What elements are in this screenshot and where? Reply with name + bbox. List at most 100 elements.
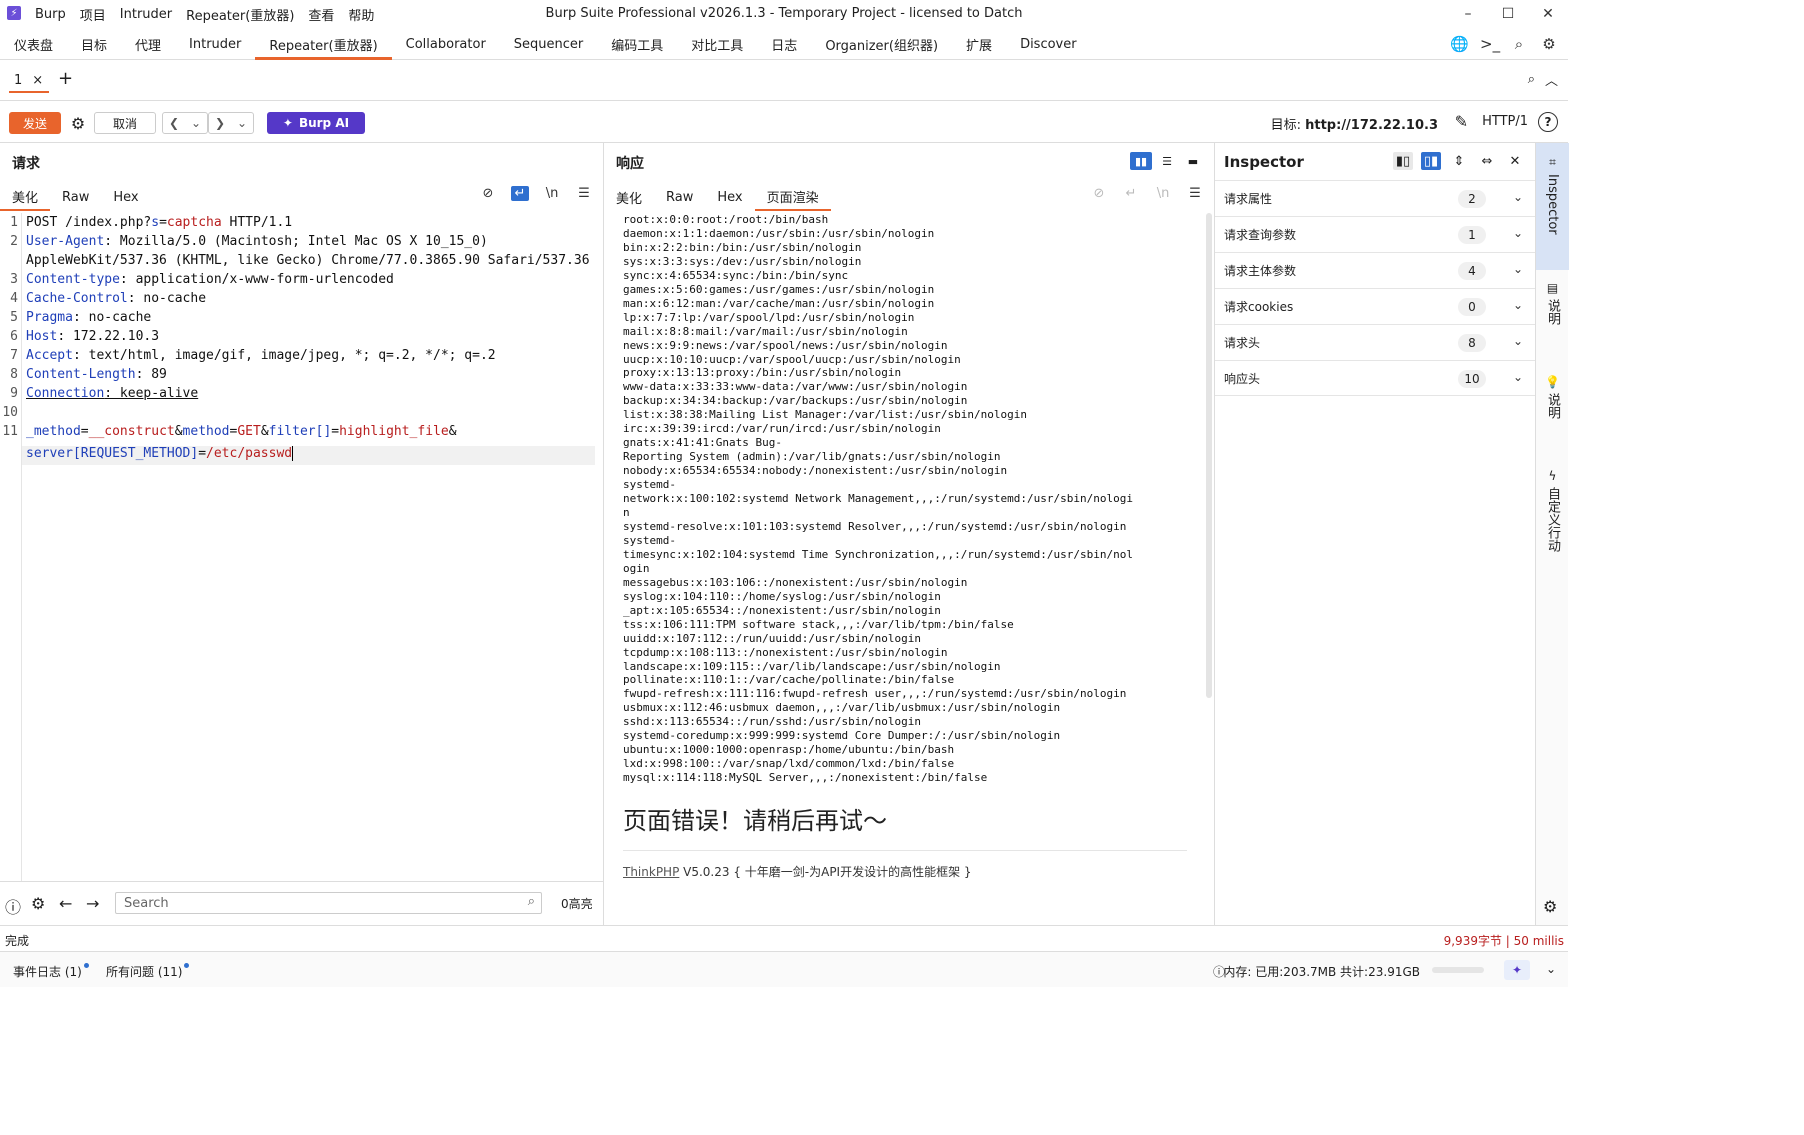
request-editor[interactable]: 1 2 3 4 5 6 7 8 9 10 11 POST /index.php?… [0, 213, 600, 881]
response-tab-render[interactable]: 页面渲染 [754, 183, 831, 211]
rendered-response[interactable]: root:x:0:0:root:/root:/bin/bash daemon:x… [604, 213, 1209, 925]
tab-sequencer[interactable]: Sequencer [500, 28, 597, 60]
response-tab-raw[interactable]: Raw [654, 183, 705, 211]
tab-collaborator[interactable]: Collaborator [392, 28, 500, 60]
tab-discover[interactable]: Discover [1006, 28, 1091, 60]
chevron-down-icon[interactable]: ⌄ [1546, 962, 1556, 976]
inspector-row-request-attributes[interactable]: 请求属性 2 ⌄ [1215, 180, 1535, 216]
menu-burp[interactable]: Burp [35, 7, 66, 22]
layout-split-icon[interactable]: ▮▮ [1130, 152, 1152, 170]
window-controls: – ☐ ✕ [1448, 0, 1568, 28]
side-tab-notes[interactable]: ▤ 说明 [1536, 281, 1569, 351]
wrap-lines-icon: ↵ [1125, 186, 1137, 201]
inspector-row-response-headers[interactable]: 响应头 10 ⌄ [1215, 360, 1535, 396]
inspector-row-query-params[interactable]: 请求查询参数 1 ⌄ [1215, 216, 1535, 252]
back-dropdown-icon[interactable]: ⌄ [185, 113, 207, 133]
row-count: 4 [1458, 262, 1486, 280]
tab-decoder[interactable]: 编码工具 [597, 28, 677, 60]
back-icon[interactable]: ❮ [163, 113, 185, 133]
layout-stack-icon[interactable]: ☰ [1156, 152, 1178, 170]
tab-repeater[interactable]: Repeater(重放器) [255, 28, 392, 60]
menu-project[interactable]: 项目 [80, 5, 106, 24]
event-log-button[interactable]: 事件日志 (1) [13, 963, 89, 980]
settings-gear-icon[interactable]: ⚙ [1540, 35, 1558, 53]
newline-icon[interactable]: \n [543, 186, 561, 201]
line-number: 11 [2, 424, 18, 439]
side-tab-explain[interactable]: 💡 说明 [1536, 375, 1569, 445]
inspector-panel: Inspector ▮▯ ▯▮ ⇕ ⇔ ✕ 请求属性 2 ⌄ 请求查询参数 1 … [1215, 143, 1535, 925]
search-tabs-icon[interactable]: ⌕ [1528, 72, 1535, 87]
help-icon[interactable]: ⓘ [5, 894, 21, 918]
request-line-1: POST /index.php?s=captcha HTTP/1.1 [26, 215, 293, 230]
layout-single-icon[interactable]: ▬ [1182, 152, 1204, 170]
inspector-row-body-params[interactable]: 请求主体参数 4 ⌄ [1215, 252, 1535, 288]
collapse-all-icon[interactable]: ⇔ [1477, 152, 1497, 170]
close-tab-icon[interactable]: × [32, 73, 43, 88]
tab-logger[interactable]: 日志 [757, 28, 811, 60]
request-tab-raw[interactable]: Raw [50, 183, 101, 211]
forward-icon[interactable]: ❯ [209, 113, 231, 133]
expand-all-icon[interactable]: ⇕ [1449, 152, 1469, 170]
search-icon[interactable]: ⌕ [1510, 35, 1528, 53]
hide-nonprint-icon[interactable]: ⊘ [479, 186, 497, 201]
response-tab-pretty[interactable]: 美化 [604, 183, 654, 211]
side-tab-inspector[interactable]: ⌗ Inspector [1536, 143, 1569, 270]
minimize-icon[interactable]: – [1448, 6, 1488, 22]
inspector-layout-left-icon[interactable]: ▮▯ [1393, 152, 1413, 170]
repeater-tab-1[interactable]: 1 × [9, 69, 49, 93]
tab-target[interactable]: 目标 [67, 28, 121, 60]
help-icon[interactable]: ? [1538, 112, 1558, 132]
maximize-icon[interactable]: ☐ [1488, 6, 1528, 22]
search-input[interactable]: Search ⌕ [115, 892, 542, 914]
globe-icon[interactable]: 🌐 [1450, 35, 1469, 53]
menu-help[interactable]: 帮助 [348, 5, 374, 24]
inspector-row-request-headers[interactable]: 请求头 8 ⌄ [1215, 324, 1535, 360]
edit-target-icon[interactable]: ✎ [1455, 112, 1468, 131]
response-scrollbar[interactable] [1206, 213, 1212, 698]
menu-view[interactable]: 查看 [308, 5, 334, 24]
close-inspector-icon[interactable]: ✕ [1505, 152, 1525, 170]
menu-intruder[interactable]: Intruder [120, 7, 172, 22]
add-tab-icon[interactable]: + [58, 68, 73, 89]
cancel-button[interactable]: 取消 [94, 112, 156, 134]
menu-icon[interactable]: ☰ [575, 186, 593, 201]
response-size-time: 9,939字节 | 50 millis [1443, 934, 1564, 948]
burp-ai-button[interactable]: ✦ Burp AI [267, 112, 365, 134]
tab-organizer[interactable]: Organizer(组织器) [811, 28, 952, 60]
ai-sparkle-icon[interactable]: ✦ [1504, 960, 1530, 980]
response-status-bar: 完成 9,939字节 | 50 millis [0, 925, 1568, 951]
inspector-layout-right-icon[interactable]: ▯▮ [1421, 152, 1441, 170]
thinkphp-link[interactable]: ThinkPHP [623, 865, 679, 879]
wrap-lines-icon[interactable]: ↵ [511, 186, 529, 201]
forward-dropdown-icon[interactable]: ⌄ [231, 113, 253, 133]
target-label: 目标: [1270, 118, 1301, 133]
next-match-icon[interactable]: → [86, 894, 99, 913]
request-tab-hex[interactable]: Hex [101, 183, 150, 211]
tab-extensions[interactable]: 扩展 [952, 28, 1006, 60]
row-count: 0 [1458, 298, 1486, 316]
tab-proxy[interactable]: 代理 [121, 28, 175, 60]
close-window-icon[interactable]: ✕ [1528, 6, 1568, 22]
row-label: 请求查询参数 [1224, 228, 1297, 242]
side-settings-icon[interactable]: ⚙ [1543, 897, 1557, 916]
all-issues-button[interactable]: 所有问题 (11) [106, 963, 190, 980]
tab-dashboard[interactable]: 仪表盘 [0, 28, 67, 60]
prev-match-icon[interactable]: ← [59, 894, 72, 913]
http-version[interactable]: HTTP/1 [1482, 114, 1528, 129]
menu-icon[interactable]: ☰ [1186, 186, 1204, 201]
terminal-icon[interactable]: >_ [1480, 35, 1500, 53]
request-tab-pretty[interactable]: 美化 [0, 183, 51, 211]
collapse-icon[interactable]: ︿ [1545, 70, 1558, 89]
tab-intruder[interactable]: Intruder [175, 28, 255, 60]
inspector-row-cookies[interactable]: 请求cookies 0 ⌄ [1215, 288, 1535, 324]
hide-nonprint-icon: ⊘ [1093, 186, 1105, 201]
send-button[interactable]: 发送 [9, 112, 61, 134]
side-tab-label: 说明 [1545, 299, 1560, 325]
search-settings-icon[interactable]: ⚙ [31, 894, 45, 913]
error-heading: 页面错误！请稍后再试～ [623, 807, 887, 835]
side-tab-custom-actions[interactable]: ϟ 自定义行动 [1536, 469, 1569, 579]
send-settings-icon[interactable]: ⚙ [67, 112, 89, 134]
menu-repeater[interactable]: Repeater(重放器) [186, 5, 294, 24]
tab-comparer[interactable]: 对比工具 [677, 28, 757, 60]
response-tab-hex[interactable]: Hex [705, 183, 754, 211]
